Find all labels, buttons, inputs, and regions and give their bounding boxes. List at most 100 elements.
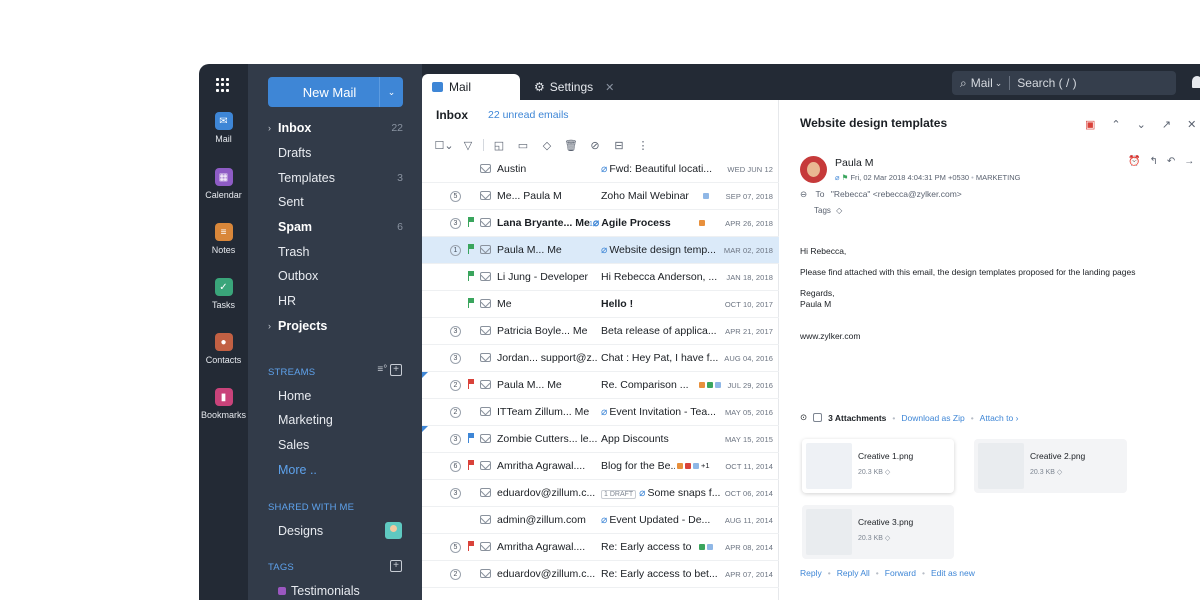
rail-item-notes[interactable]: ≡ Notes	[199, 223, 248, 255]
reply-all-link[interactable]: Reply All	[837, 568, 870, 578]
chevron-up-icon[interactable]: ⌃	[1111, 118, 1120, 131]
chevron-right-icon[interactable]: ›	[268, 321, 271, 331]
archive-icon[interactable]: ⊟	[607, 138, 631, 152]
mail-row[interactable]: Li Jung - Developer Hi Rebecca Anderson,…	[422, 264, 779, 291]
stream-marketing[interactable]: Marketing	[268, 410, 403, 430]
attachment-card[interactable]: Creative 2.png 20.3 KB ◇	[974, 439, 1127, 493]
mail-row[interactable]: 2 eduardov@zillum.c... Re: Early access …	[422, 561, 779, 588]
folder-templates[interactable]: Templates 3	[268, 168, 403, 188]
mail-row[interactable]: 2 ITTeam Zillum... Me ⌀ Event Invitation …	[422, 399, 779, 426]
forward-link[interactable]: Forward	[885, 568, 916, 578]
tag-icon[interactable]: ◇	[836, 206, 842, 215]
flag-icon[interactable]	[468, 433, 475, 443]
search-scope[interactable]: Mail	[971, 76, 993, 90]
streams-more-link[interactable]: More ..	[268, 460, 403, 480]
close-icon[interactable]: ✕	[605, 81, 614, 94]
shared-designs[interactable]: Designs	[268, 521, 403, 541]
add-tag-icon[interactable]: +	[390, 560, 402, 572]
spam-icon[interactable]: ⊘	[583, 138, 607, 152]
more-options-icon[interactable]: ⋮	[631, 138, 655, 152]
tab-settings[interactable]: ⚙ Settings ✕	[534, 74, 614, 100]
folder-inbox[interactable]: › Inbox 22	[268, 118, 403, 138]
thread-count[interactable]: 3	[450, 326, 461, 337]
flag-icon[interactable]	[468, 298, 475, 308]
thread-count[interactable]: 3	[450, 218, 461, 229]
thread-count[interactable]: 2	[450, 407, 461, 418]
add-stream-icon[interactable]: +	[390, 364, 402, 376]
tab-mail[interactable]: Mail	[422, 74, 520, 100]
folder-spam[interactable]: Spam 6	[268, 217, 403, 237]
stream-home[interactable]: Home	[268, 386, 403, 406]
mail-row[interactable]: admin@zillum.com ⌀ Event Updated - De... …	[422, 507, 779, 534]
thread-count[interactable]: 3	[450, 434, 461, 445]
download-zip-link[interactable]: Download as Zip	[901, 413, 964, 423]
tag-testimonials[interactable]: Testimonials	[268, 581, 403, 600]
rail-item-tasks[interactable]: ✓ Tasks	[199, 278, 248, 310]
stream-sales[interactable]: Sales	[268, 435, 403, 455]
rail-item-mail[interactable]: ✉ Mail	[199, 112, 248, 144]
thread-count[interactable]: 5	[450, 191, 461, 202]
collapse-icon[interactable]: ⊙	[800, 412, 807, 423]
chevron-right-icon[interactable]: ›	[268, 123, 271, 133]
thread-count[interactable]: 5	[450, 542, 461, 553]
chevron-down-icon[interactable]: ⌄	[379, 77, 403, 107]
bell-icon[interactable]	[1192, 76, 1200, 88]
edit-as-new-link[interactable]: Edit as new	[931, 568, 975, 578]
folder-projects[interactable]: › Projects	[268, 316, 403, 336]
mail-row[interactable]: 3 Jordan... support@z... Chat : Hey Pat,…	[422, 345, 779, 372]
thread-count[interactable]: 1	[450, 245, 461, 256]
close-icon[interactable]: ✕	[1187, 118, 1196, 131]
collapse-icon[interactable]: ⊖	[800, 189, 807, 199]
app-grid-icon[interactable]	[216, 78, 230, 92]
mail-row[interactable]: 6 Amritha Agrawal.... Blog for the Be...…	[422, 453, 779, 480]
filter-icon[interactable]: ▽	[456, 138, 480, 152]
thread-count[interactable]: 2	[450, 380, 461, 391]
mail-row[interactable]: 3 Lana Bryante... Me 1⌀ Agile Process APR…	[422, 210, 779, 237]
reply-icon[interactable]: ↰	[1149, 156, 1157, 167]
website-link[interactable]: www.zylker.com	[800, 331, 1136, 342]
mail-row[interactable]: 2 Paula M... Me Re. Comparison ... JUL 2…	[422, 372, 779, 399]
move-to-folder-icon[interactable]: ▭	[511, 138, 535, 152]
mail-row[interactable]: 3 Patricia Boyle... Me Beta release of a…	[422, 318, 779, 345]
reply-all-icon[interactable]: ↶	[1167, 156, 1175, 167]
flag-icon[interactable]	[468, 244, 475, 254]
delete-icon[interactable]: 🗑	[559, 138, 583, 152]
sender-name[interactable]: Paula M	[835, 157, 874, 169]
attachments-checkbox[interactable]	[813, 413, 823, 422]
new-mail-button[interactable]: New Mail ⌄	[268, 77, 403, 107]
flag-icon[interactable]	[468, 541, 475, 551]
unread-count-link[interactable]: 22 unread emails	[488, 109, 569, 121]
flag-icon[interactable]	[468, 217, 475, 227]
rail-item-bookmarks[interactable]: ▮ Bookmarks	[199, 388, 248, 420]
mail-row[interactable]: 5 Amritha Agrawal.... Re: Early access t…	[422, 534, 779, 561]
mail-row[interactable]: 3 eduardov@zillum.c... 1 DRAFT ⌀ Some snap…	[422, 480, 779, 507]
folder-sent[interactable]: Sent	[268, 192, 403, 212]
mail-row[interactable]: 5 Me... Paula M Zoho Mail Webinar SEP 07…	[422, 183, 779, 210]
attach-to-link[interactable]: Attach to ›	[980, 413, 1019, 423]
mail-row[interactable]: Me Hello ! OCT 10, 2017	[422, 291, 779, 318]
tag-icon[interactable]: ◇	[535, 138, 559, 152]
forward-icon[interactable]: →	[1184, 156, 1194, 167]
folder-hr[interactable]: HR	[268, 291, 403, 311]
mail-row-selected[interactable]: 1 Paula M... Me ⌀ Website design temp... …	[422, 237, 779, 264]
attachment-card[interactable]: Creative 1.png 20.3 KB ◇	[802, 439, 954, 493]
folder-trash[interactable]: Trash	[268, 242, 403, 262]
filter-list-icon[interactable]: ≡°	[377, 364, 387, 375]
folder-outbox[interactable]: Outbox	[268, 266, 403, 286]
rail-item-calendar[interactable]: ▦ Calendar	[199, 168, 248, 200]
read-unread-icon[interactable]: ◱	[487, 138, 511, 152]
attachment-card[interactable]: Creative 3.png 20.3 KB ◇	[802, 505, 954, 559]
thread-count[interactable]: 6	[450, 461, 461, 472]
search-input[interactable]: ⌕ Mail ⌄ Search ( / )	[952, 71, 1176, 95]
reply-link[interactable]: Reply	[800, 568, 822, 578]
thread-count[interactable]: 2	[450, 569, 461, 580]
thread-count[interactable]: 3	[450, 488, 461, 499]
mail-row[interactable]: Austin ⌀ Fwd: Beautiful locati... WED JUN…	[422, 156, 779, 183]
thread-count[interactable]: 3	[450, 353, 461, 364]
select-all-checkbox[interactable]: ☐⌄	[432, 138, 456, 152]
rail-item-contacts[interactable]: ● Contacts	[199, 333, 248, 365]
chevron-down-icon[interactable]: ⌄	[1137, 118, 1146, 131]
flag-icon[interactable]	[468, 460, 475, 470]
flag-icon[interactable]	[468, 271, 475, 281]
alarm-icon[interactable]: ⏰	[1128, 156, 1140, 167]
